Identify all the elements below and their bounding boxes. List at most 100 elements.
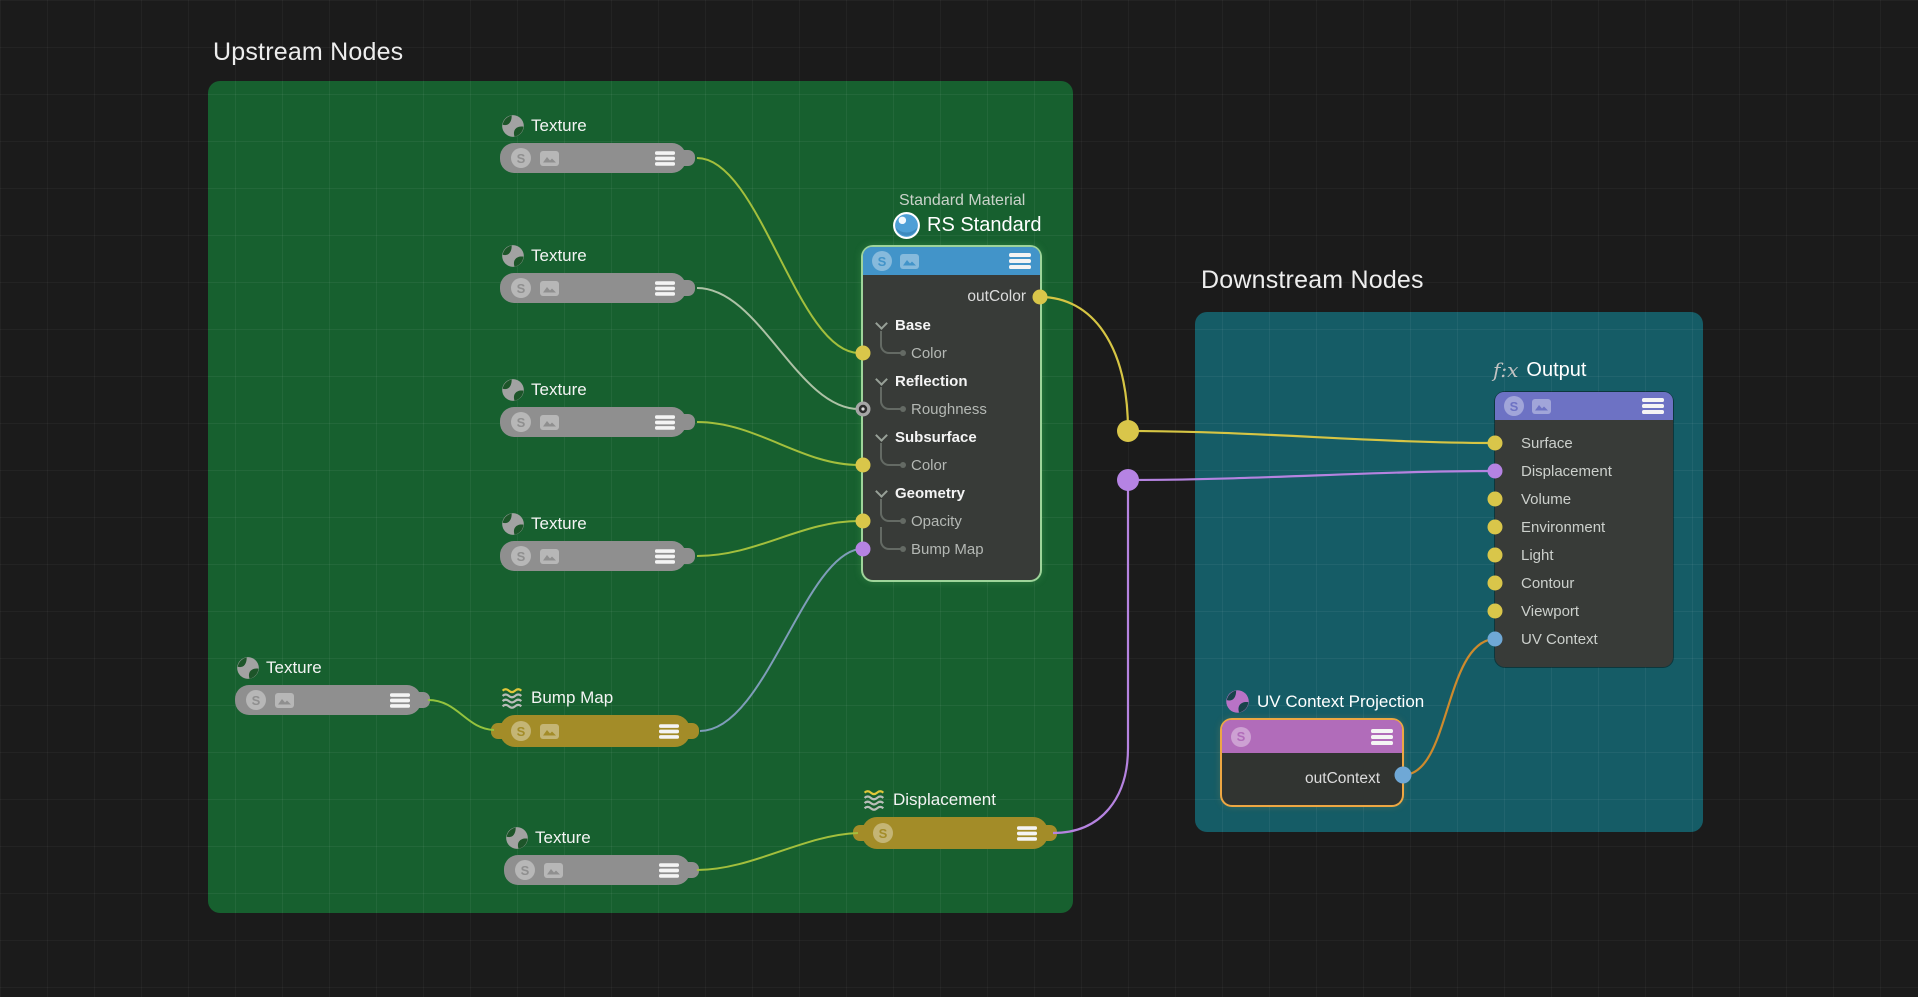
solo-badge[interactable]: S xyxy=(515,860,535,880)
menu-icon[interactable] xyxy=(1642,398,1664,414)
junction-dot-yellow[interactable] xyxy=(1117,420,1139,442)
menu-icon[interactable] xyxy=(1371,729,1393,745)
menu-icon[interactable] xyxy=(655,549,675,564)
output-port-tab[interactable] xyxy=(680,280,695,296)
image-icon[interactable] xyxy=(544,863,563,878)
rs-port-bump-map: Bump Map xyxy=(863,535,1040,563)
output-node-title: f:x Output xyxy=(1493,358,1586,382)
tree-connector xyxy=(880,443,901,466)
menu-icon[interactable] xyxy=(655,281,675,296)
texture-node-body[interactable]: S xyxy=(500,407,686,437)
group-title-upstream: Upstream Nodes xyxy=(213,38,403,67)
rs-port-base-color: Color xyxy=(863,339,1040,367)
texture-node-body[interactable]: S xyxy=(500,273,686,303)
uv-projection-header[interactable]: S xyxy=(1222,720,1402,753)
uv-sphere-icon xyxy=(1224,688,1251,715)
texture-node-body[interactable]: S xyxy=(504,855,690,885)
texture-node-body[interactable]: S xyxy=(500,541,686,571)
rs-standard-title: RS Standard xyxy=(892,211,1042,240)
menu-icon[interactable] xyxy=(1017,826,1037,841)
node-editor-canvas[interactable]: Upstream Nodes Downstream Nodes Texture … xyxy=(0,0,1918,997)
displacement-body[interactable]: S xyxy=(862,817,1048,849)
image-icon[interactable] xyxy=(540,415,559,430)
solo-badge[interactable]: S xyxy=(872,251,892,271)
menu-icon[interactable] xyxy=(659,724,679,739)
image-icon[interactable] xyxy=(275,693,294,708)
texture-sphere-icon xyxy=(235,655,261,681)
output-port-tab[interactable] xyxy=(684,723,699,739)
junction-dot-purple[interactable] xyxy=(1117,469,1139,491)
texture-node-label: Texture xyxy=(266,658,322,678)
output-port-tab[interactable] xyxy=(1042,825,1057,841)
solo-badge[interactable]: S xyxy=(873,823,893,843)
output-node[interactable]: S Surface Displacement Volume Environmen… xyxy=(1495,392,1673,667)
texture-node-label: Texture xyxy=(531,380,587,400)
menu-icon[interactable] xyxy=(1009,253,1031,269)
texture-node-label: Texture xyxy=(535,828,591,848)
menu-icon[interactable] xyxy=(390,693,410,708)
texture-sphere-icon xyxy=(500,243,526,269)
displacement-node[interactable]: Displacement S xyxy=(862,786,1048,849)
uv-projection-node[interactable]: S outContext xyxy=(1222,720,1402,805)
waves-icon xyxy=(500,686,526,711)
waves-icon xyxy=(862,788,888,813)
menu-icon[interactable] xyxy=(655,151,675,166)
input-port-tab[interactable] xyxy=(491,723,506,739)
tree-connector xyxy=(880,499,901,522)
output-port-light: Light xyxy=(1495,541,1673,569)
texture-node-body[interactable]: S xyxy=(235,685,421,715)
rs-standard-category: Standard Material xyxy=(899,192,1025,210)
output-port-tab[interactable] xyxy=(684,862,699,878)
solo-badge[interactable]: S xyxy=(511,412,531,432)
output-port-environment: Environment xyxy=(1495,513,1673,541)
material-ball-icon xyxy=(892,211,921,240)
chevron-down-icon[interactable] xyxy=(875,485,888,498)
texture-node-3[interactable]: Texture S xyxy=(500,376,686,437)
output-port-tab[interactable] xyxy=(680,150,695,166)
rs-standard-header[interactable]: S xyxy=(863,247,1040,275)
displacement-label: Displacement xyxy=(893,790,996,810)
menu-icon[interactable] xyxy=(659,863,679,878)
image-icon[interactable] xyxy=(540,724,559,739)
rs-port-subsurface-color: Color xyxy=(863,451,1040,479)
image-icon[interactable] xyxy=(900,254,919,269)
output-port-tab[interactable] xyxy=(680,548,695,564)
output-port-tab[interactable] xyxy=(415,692,430,708)
uv-projection-title: UV Context Projection xyxy=(1224,688,1424,715)
chevron-down-icon[interactable] xyxy=(875,317,888,330)
output-node-header[interactable]: S xyxy=(1495,392,1673,420)
bump-map-node[interactable]: Bump Map S xyxy=(500,684,690,747)
texture-node-6[interactable]: Texture S xyxy=(504,824,690,885)
texture-node-2[interactable]: Texture S xyxy=(500,242,686,303)
texture-node-5[interactable]: Texture S xyxy=(235,654,421,715)
image-icon[interactable] xyxy=(1532,399,1551,414)
solo-badge[interactable]: S xyxy=(511,721,531,741)
rs-standard-node[interactable]: S outColor Base Color Reflection Roughne… xyxy=(863,247,1040,580)
texture-sphere-icon xyxy=(500,377,526,403)
image-icon[interactable] xyxy=(540,281,559,296)
solo-badge[interactable]: S xyxy=(1231,727,1251,747)
texture-node-body[interactable]: S xyxy=(500,143,686,173)
chevron-down-icon[interactable] xyxy=(875,373,888,386)
solo-badge[interactable]: S xyxy=(511,546,531,566)
texture-node-4[interactable]: Texture S xyxy=(500,510,686,571)
group-title-downstream: Downstream Nodes xyxy=(1201,266,1424,295)
image-icon[interactable] xyxy=(540,549,559,564)
uv-projection-outcontext-row: outContext xyxy=(1222,753,1402,805)
chevron-down-icon[interactable] xyxy=(875,429,888,442)
image-icon[interactable] xyxy=(540,151,559,166)
input-port-tab[interactable] xyxy=(853,825,868,841)
output-port-tab[interactable] xyxy=(680,414,695,430)
tree-connector xyxy=(880,331,901,354)
solo-badge[interactable]: S xyxy=(1504,396,1524,416)
bump-map-body[interactable]: S xyxy=(500,715,690,747)
solo-badge[interactable]: S xyxy=(511,148,531,168)
menu-icon[interactable] xyxy=(655,415,675,430)
texture-node-1[interactable]: Texture S xyxy=(500,112,686,173)
bump-map-label: Bump Map xyxy=(531,688,613,708)
tree-connector xyxy=(880,387,901,410)
output-port-viewport: Viewport xyxy=(1495,597,1673,625)
solo-badge[interactable]: S xyxy=(246,690,266,710)
solo-badge[interactable]: S xyxy=(511,278,531,298)
rs-port-roughness: Roughness xyxy=(863,395,1040,423)
